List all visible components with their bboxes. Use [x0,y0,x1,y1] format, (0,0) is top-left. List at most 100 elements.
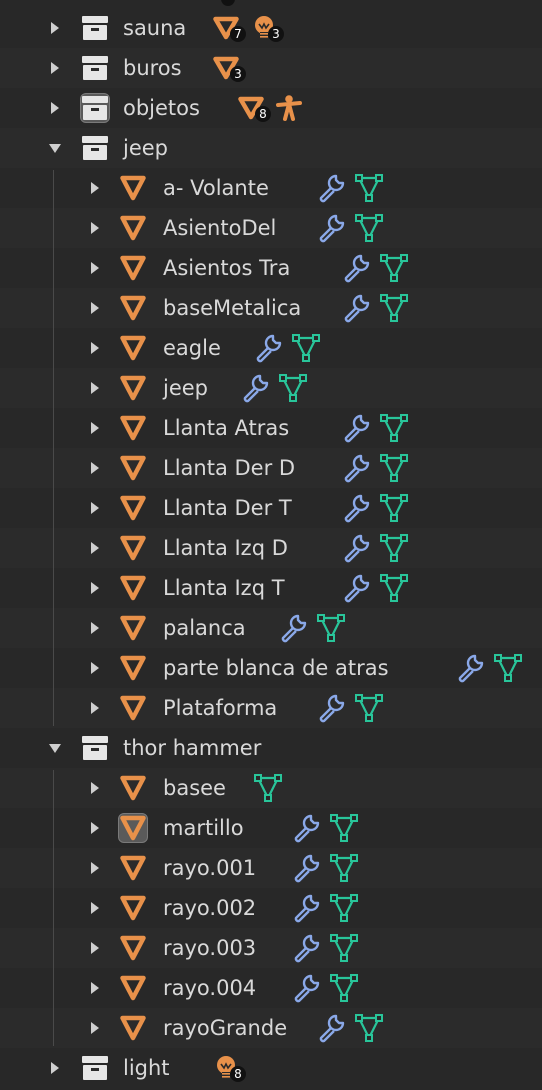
wrench-icon[interactable] [340,252,372,284]
collection-label[interactable]: light [123,1048,170,1088]
object-label[interactable]: Llanta Atras [163,408,289,448]
wrench-icon[interactable] [290,892,322,924]
object-row[interactable]: martillo [0,808,542,848]
object-row[interactable]: jeep [0,368,542,408]
object-label[interactable]: basee [163,768,226,808]
mesh-object-icon[interactable] [118,653,148,683]
expand-arrow-icon[interactable] [89,302,101,314]
object-label[interactable]: AsientoDel [163,208,276,248]
wrench-icon[interactable] [340,532,372,564]
mesh-object-icon[interactable] [118,333,148,363]
collection-icon[interactable] [80,53,110,83]
mesh-data-icon[interactable] [378,572,410,604]
wrench-icon[interactable] [252,332,284,364]
object-row[interactable]: baseMetalica [0,288,542,328]
expand-arrow-icon[interactable] [89,982,101,994]
expand-arrow-icon[interactable] [89,182,101,194]
mesh-data-icon[interactable] [353,212,385,244]
expand-arrow-icon[interactable] [89,502,101,514]
object-label[interactable]: Llanta Der D [163,448,295,488]
mesh-object-icon[interactable] [118,813,148,843]
object-label[interactable]: Llanta Izq D [163,528,288,568]
object-label[interactable]: martillo [163,808,244,848]
mesh-data-icon[interactable] [290,332,322,364]
light-bulb-icon[interactable]: 3 [248,12,284,44]
mesh-data-icon[interactable] [353,172,385,204]
object-row[interactable]: Llanta Izq D [0,528,542,568]
mesh-data-icon[interactable] [315,612,347,644]
expand-arrow-icon[interactable] [89,902,101,914]
wrench-icon[interactable] [239,372,271,404]
object-label[interactable]: Asientos Tra [163,248,290,288]
expand-arrow-icon[interactable] [49,22,61,34]
object-label[interactable]: a- Volante [163,168,269,208]
object-row[interactable]: rayo.004 [0,968,542,1008]
object-row[interactable]: rayo.001 [0,848,542,888]
expand-arrow-icon[interactable] [49,102,61,114]
object-label[interactable]: Llanta Izq T [163,568,285,608]
mesh-data-icon[interactable] [378,412,410,444]
expand-arrow-icon[interactable] [89,862,101,874]
mesh-data-icon[interactable] [353,692,385,724]
mesh-object-icon[interactable] [118,373,148,403]
expand-arrow-icon[interactable] [89,222,101,234]
collection-row-light[interactable]: light 8 [0,1048,542,1088]
object-row[interactable]: Llanta Der T [0,488,542,528]
expand-arrow-icon[interactable] [89,382,101,394]
expand-arrow-icon[interactable] [49,62,61,74]
object-row[interactable]: Asientos Tra [0,248,542,288]
mesh-object-icon[interactable] [118,933,148,963]
expand-arrow-open-icon[interactable] [49,742,61,754]
object-label[interactable]: baseMetalica [163,288,301,328]
object-label[interactable]: palanca [163,608,246,648]
wrench-icon[interactable] [290,852,322,884]
mesh-data-icon[interactable] [328,812,360,844]
expand-arrow-open-icon[interactable] [49,142,61,154]
object-row[interactable]: palanca [0,608,542,648]
collection-label[interactable]: jeep [123,128,168,168]
wrench-icon[interactable] [454,652,486,684]
object-label[interactable]: parte blanca de atras [163,648,389,688]
expand-arrow-icon[interactable] [89,422,101,434]
expand-arrow-icon[interactable] [89,622,101,634]
mesh-object-icon[interactable] [118,613,148,643]
object-row[interactable]: eagle [0,328,542,368]
object-row[interactable]: Plataforma [0,688,542,728]
object-label[interactable]: rayo.002 [163,888,256,928]
mesh-object-icon[interactable] [118,893,148,923]
object-row[interactable]: a- Volante [0,168,542,208]
collection-row-objetos[interactable]: objetos 8 [0,88,542,128]
mesh-object-icon[interactable] [118,773,148,803]
object-row[interactable]: AsientoDel [0,208,542,248]
object-label[interactable]: Plataforma [163,688,277,728]
mesh-data-icon[interactable] [378,532,410,564]
expand-arrow-icon[interactable] [89,262,101,274]
mesh-object-icon[interactable] [118,573,148,603]
object-label[interactable]: jeep [163,368,208,408]
mesh-data-icon[interactable] [378,292,410,324]
mesh-data-icon[interactable] [328,852,360,884]
wrench-icon[interactable] [340,452,372,484]
mesh-data-icon[interactable]: 8 [235,92,271,124]
object-label[interactable]: eagle [163,328,221,368]
collection-row-thor[interactable]: thor hammer [0,728,542,768]
collection-icon[interactable] [80,1053,110,1083]
mesh-object-icon[interactable] [118,1013,148,1043]
object-row[interactable]: Llanta Atras [0,408,542,448]
object-row[interactable]: parte blanca de atras [0,648,542,688]
armature-icon[interactable] [273,92,305,124]
object-row[interactable]: rayo.002 [0,888,542,928]
wrench-icon[interactable] [277,612,309,644]
expand-arrow-icon[interactable] [89,542,101,554]
wrench-icon[interactable] [340,412,372,444]
expand-arrow-icon[interactable] [49,1062,61,1074]
collection-label[interactable]: objetos [123,88,200,128]
expand-arrow-icon[interactable] [89,662,101,674]
mesh-object-icon[interactable] [118,173,148,203]
wrench-icon[interactable] [315,1012,347,1044]
mesh-object-icon[interactable] [118,293,148,323]
expand-arrow-icon[interactable] [89,942,101,954]
wrench-icon[interactable] [290,932,322,964]
collection-label[interactable]: buros [123,48,182,88]
mesh-object-icon[interactable] [118,253,148,283]
